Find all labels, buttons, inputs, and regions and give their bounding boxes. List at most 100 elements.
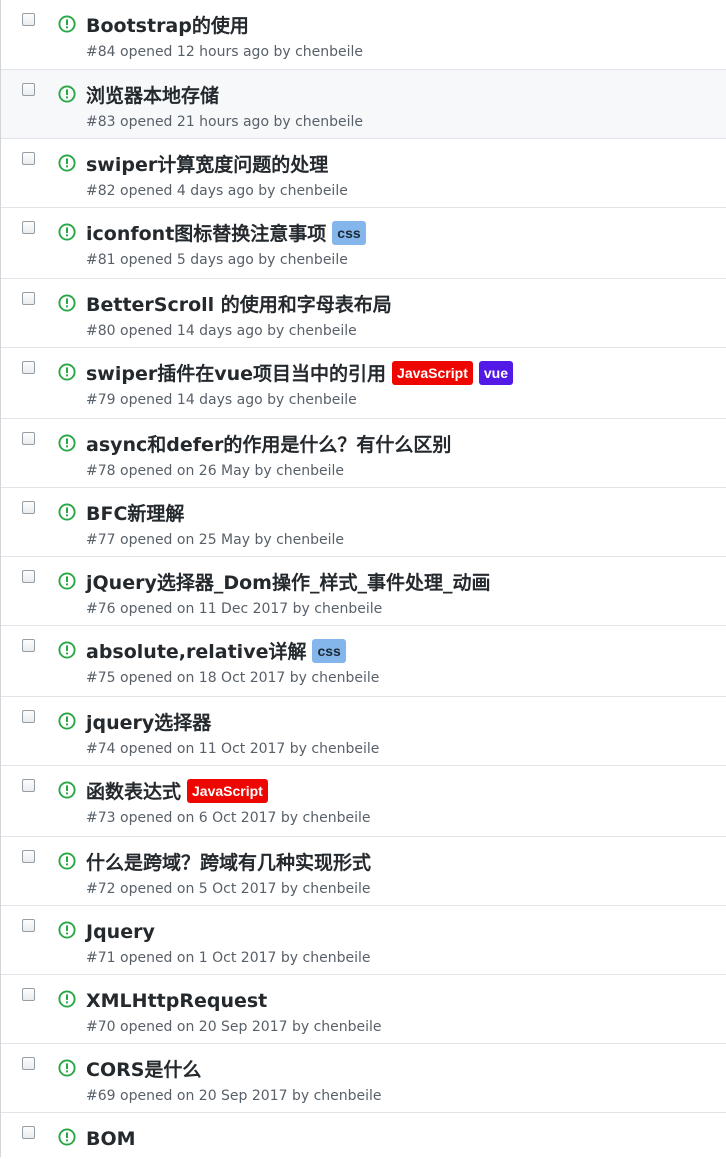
issue-author-link[interactable]: chenbeile — [303, 950, 371, 966]
checkbox-icon[interactable] — [22, 152, 35, 165]
issue-by-text: by — [280, 950, 299, 966]
issue-author-link[interactable]: chenbeile — [295, 44, 363, 60]
issue-title-link[interactable]: Bootstrap的使用 — [86, 11, 249, 41]
issue-meta: #82 opened 4 days ago by chenbeile — [86, 181, 348, 201]
issue-title-link[interactable]: 浏览器本地存储 — [86, 81, 219, 111]
issue-author-link[interactable]: chenbeile — [314, 1019, 382, 1035]
checkbox-icon[interactable] — [22, 432, 35, 445]
issue-label-css[interactable]: css — [332, 221, 366, 245]
issue-author-link[interactable]: chenbeile — [311, 741, 379, 757]
issue-opened-text: opened on — [120, 601, 195, 617]
issue-author-link[interactable]: chenbeile — [303, 810, 371, 826]
issue-author-link[interactable]: chenbeile — [276, 532, 344, 548]
issue-author-link[interactable]: chenbeile — [276, 463, 344, 479]
issue-row[interactable]: absolute,relative详解 css #75 opened on 18 O… — [1, 625, 726, 696]
checkbox-icon[interactable] — [22, 501, 35, 514]
issue-meta: #80 opened 14 days ago by chenbeile — [86, 321, 357, 341]
issue-title-link[interactable]: XMLHttpRequest — [86, 986, 267, 1016]
issue-title-link[interactable]: absolute,relative详解 — [86, 637, 306, 667]
issue-title-link[interactable]: CORS是什么 — [86, 1055, 201, 1085]
issue-opened-text: opened — [120, 323, 173, 339]
issue-row[interactable]: BFC新理解 #77 opened on 25 May by chenbeile — [1, 487, 726, 556]
issue-label-vue[interactable]: vue — [478, 361, 513, 385]
issue-author-link[interactable]: chenbeile — [314, 601, 382, 617]
issue-title-link[interactable]: Jquery — [86, 917, 155, 947]
checkbox-icon[interactable] — [22, 13, 35, 26]
checkbox-icon[interactable] — [22, 779, 35, 792]
issue-row[interactable]: jquery选择器 #74 opened on 11 Oct 2017 by ch… — [1, 696, 726, 765]
issue-author-link[interactable]: chenbeile — [295, 114, 363, 130]
issue-author-link[interactable]: chenbeile — [311, 670, 379, 686]
issue-opened-time: 6 Oct 2017 — [198, 810, 277, 826]
issue-title-link[interactable]: jQuery选择器_Dom操作_样式_事件处理_动画 — [86, 568, 490, 598]
issue-opened-time: 26 May — [198, 463, 250, 479]
issue-row[interactable]: 函数表达式 JavaScript #73 opened on 6 Oct 2017 … — [1, 765, 726, 836]
checkbox-icon[interactable] — [22, 919, 35, 932]
issue-title-link[interactable]: iconfont图标替换注意事项 — [86, 219, 326, 249]
issue-row[interactable]: BOM — [1, 1112, 726, 1157]
issue-author-link[interactable]: chenbeile — [289, 392, 357, 408]
issue-title-link[interactable]: 函数表达式 — [86, 777, 181, 807]
checkbox-icon[interactable] — [22, 988, 35, 1001]
issue-row[interactable]: Bootstrap的使用 #84 opened 12 hours ago by c… — [1, 0, 726, 69]
checkbox-icon[interactable] — [22, 361, 35, 374]
issue-row[interactable]: 什么是跨域？跨域有几种实现形式 #72 opened on 5 Oct 2017 … — [1, 836, 726, 905]
issue-meta: #70 opened on 20 Sep 2017 by chenbeile — [86, 1017, 382, 1037]
issue-label-css[interactable]: css — [312, 639, 346, 663]
issue-row[interactable]: CORS是什么 #69 opened on 20 Sep 2017 by chen… — [1, 1043, 726, 1112]
checkbox-icon[interactable] — [22, 850, 35, 863]
issue-row[interactable]: async和defer的作用是什么？有什么区别 #78 opened on 26 … — [1, 418, 726, 487]
issue-number: #78 — [86, 463, 116, 479]
issue-opened-text: opened on — [120, 881, 195, 897]
issue-title-link[interactable]: jquery选择器 — [86, 708, 211, 738]
issue-opened-text: opened on — [120, 463, 195, 479]
issue-opened-time: 20 Sep 2017 — [198, 1088, 288, 1104]
issue-row[interactable]: swiper计算宽度问题的处理 #82 opened 4 days ago by … — [1, 138, 726, 207]
issue-number: #80 — [86, 323, 116, 339]
issue-label-javascript[interactable]: JavaScript — [187, 779, 268, 803]
issue-row[interactable]: iconfont图标替换注意事项 css #81 opened 5 days ago… — [1, 207, 726, 278]
issue-opened-time: 20 Sep 2017 — [198, 1019, 288, 1035]
issue-author-link[interactable]: chenbeile — [303, 881, 371, 897]
issue-meta: #72 opened on 5 Oct 2017 by chenbeile — [86, 879, 370, 899]
issue-row[interactable]: jQuery选择器_Dom操作_样式_事件处理_动画 #76 opened on … — [1, 556, 726, 625]
issue-row[interactable]: swiper插件在vue项目当中的引用 JavaScript vue #79 open… — [1, 347, 726, 418]
checkbox-icon[interactable] — [22, 570, 35, 583]
issue-title-link[interactable]: 什么是跨域？跨域有几种实现形式 — [86, 848, 371, 878]
checkbox-icon[interactable] — [22, 1057, 35, 1070]
issue-author-link[interactable]: chenbeile — [280, 183, 348, 199]
issue-meta: #75 opened on 18 Oct 2017 by chenbeile — [86, 668, 379, 688]
checkbox-icon[interactable] — [22, 710, 35, 723]
issue-row[interactable]: 浏览器本地存储 #83 opened 21 hours ago by chenbe… — [1, 69, 726, 138]
issue-title-link[interactable]: async和defer的作用是什么？有什么区别 — [86, 430, 451, 460]
checkbox-icon[interactable] — [22, 292, 35, 305]
issue-author-link[interactable]: chenbeile — [289, 323, 357, 339]
issue-title-link[interactable]: BFC新理解 — [86, 499, 184, 529]
issue-opened-text: opened on — [120, 950, 195, 966]
issue-meta: #78 opened on 26 May by chenbeile — [86, 461, 344, 481]
issue-row[interactable]: XMLHttpRequest #70 opened on 20 Sep 2017 … — [1, 974, 726, 1043]
issue-author-link[interactable]: chenbeile — [314, 1088, 382, 1104]
checkbox-icon[interactable] — [22, 1126, 35, 1139]
issue-opened-text: opened — [120, 114, 173, 130]
issue-opened-text: opened — [120, 44, 173, 60]
issue-by-text: by — [291, 1088, 310, 1104]
issue-title-link[interactable]: BOM — [86, 1124, 136, 1154]
checkbox-icon[interactable] — [22, 83, 35, 96]
issue-number: #84 — [86, 44, 116, 60]
issue-title-link[interactable]: swiper插件在vue项目当中的引用 — [86, 359, 386, 389]
issue-title-link[interactable]: swiper计算宽度问题的处理 — [86, 150, 328, 180]
issue-author-link[interactable]: chenbeile — [280, 252, 348, 268]
issue-row[interactable]: Jquery #71 opened on 1 Oct 2017 by chenbe… — [1, 905, 726, 974]
issue-opened-time: 5 Oct 2017 — [198, 881, 277, 897]
issue-title-line: 什么是跨域？跨域有几种实现形式 — [86, 848, 716, 878]
issue-opened-time: 11 Dec 2017 — [198, 601, 289, 617]
issue-label-javascript[interactable]: JavaScript — [392, 361, 473, 385]
checkbox-icon[interactable] — [22, 639, 35, 652]
issue-row[interactable]: BetterScroll 的使用和字母表布局 #80 opened 14 days… — [1, 278, 726, 347]
issue-title-line: XMLHttpRequest — [86, 986, 716, 1016]
issue-opened-text: opened on — [120, 1088, 195, 1104]
issue-title-link[interactable]: BetterScroll 的使用和字母表布局 — [86, 290, 392, 320]
issue-title-line: BOM — [86, 1124, 716, 1154]
checkbox-icon[interactable] — [22, 221, 35, 234]
